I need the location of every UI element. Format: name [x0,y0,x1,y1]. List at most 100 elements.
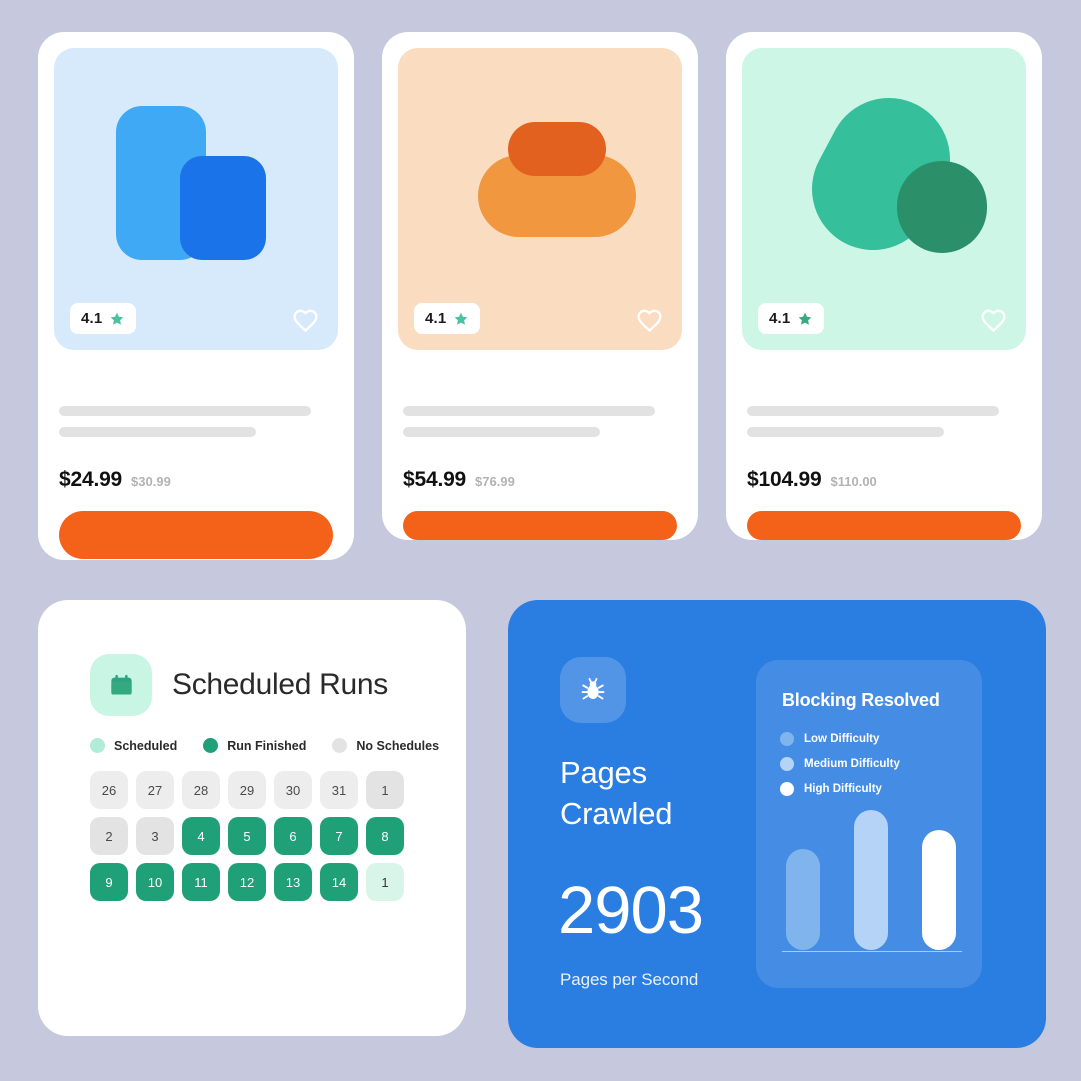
legend-label: No Schedules [356,738,440,753]
rating-value: 4.1 [769,310,791,327]
calendar-day-cell[interactable]: 10 [136,863,174,901]
calendar-day-cell[interactable]: 11 [182,863,220,901]
legend-dot [203,738,219,753]
bar-chart [786,810,956,950]
panel-title-line2: Crawled [560,796,673,831]
calendar-day-cell[interactable]: 27 [136,771,174,809]
calendar-day-cell[interactable]: 26 [90,771,128,809]
star-icon [799,312,812,325]
calendar-day-cell[interactable]: 9 [90,863,128,901]
bug-icon [560,657,626,723]
calendar-day-cell[interactable]: 2 [90,817,128,855]
shape-green-small [897,161,987,253]
star-icon [111,312,124,325]
chart-bar [786,849,820,950]
chart-bar [854,810,888,950]
legend-label: Run Finished [227,738,307,753]
price-current: $24.99 [59,468,123,491]
pages-crawled-unit: Pages per Second [560,970,699,989]
legend-item-no-schedules: No Schedules [332,738,439,753]
calendar-day-cell[interactable]: 7 [320,817,358,855]
buy-button[interactable] [59,511,333,559]
chart-legend-dot [780,732,794,746]
price-current: $54.99 [403,468,467,491]
calendar-day-cell[interactable]: 5 [228,817,266,855]
skeleton-line [59,406,312,416]
rating-value: 4.1 [81,310,103,327]
shape-blue-square [180,156,266,260]
skeleton-line [747,406,1000,416]
heart-icon[interactable] [635,306,664,335]
heart-icon[interactable] [291,306,320,335]
product-card-3[interactable]: 4.1 $104.99 $110.00 [726,32,1042,540]
calendar-day-cell[interactable]: 14 [320,863,358,901]
legend-dot [90,738,105,753]
skeleton-line [747,427,945,437]
chart-title: Blocking Resolved [782,690,940,710]
calendar-day-cell[interactable]: 6 [274,817,312,855]
product-card-1[interactable]: 4.1 $24.99 $30.99 [38,32,354,560]
calendar-day-cell[interactable]: 13 [274,863,312,901]
calendar-day-cell[interactable]: 31 [320,771,358,809]
heart-icon[interactable] [979,306,1008,335]
panel-title: Pages Crawled [560,752,760,834]
chart-legend-item: Low Difficulty [780,732,900,746]
pages-crawled-value: 2903 [558,873,704,948]
product-thumbnail-3: 4.1 [742,48,1026,350]
legend-dot [332,738,348,753]
product-card-row: 4.1 $24.99 $30.99 4.1 $54.99 $76.99 4.1 … [38,32,1046,560]
price-original: $76.99 [475,474,515,489]
calendar-day-cell[interactable]: 29 [228,771,266,809]
chart-bar [922,830,956,950]
scheduled-runs-panel: Scheduled Runs Scheduled Run Finished No… [38,600,466,1036]
price-original: $30.99 [131,474,171,489]
price-row: $104.99 $110.00 [742,468,1026,492]
calendar-day-cell[interactable]: 28 [182,771,220,809]
calendar-legend: Scheduled Run Finished No Schedules [90,738,466,753]
product-thumbnail-1: 4.1 [54,48,338,350]
chart-legend-label: High Difficulty [804,783,882,795]
calendar-day-cell[interactable]: 4 [182,817,220,855]
rating-value: 4.1 [425,310,447,327]
product-card-2[interactable]: 4.1 $54.99 $76.99 [382,32,698,540]
calendar-day-cell[interactable]: 3 [136,817,174,855]
buy-button[interactable] [403,511,677,540]
legend-label: Scheduled [114,738,178,753]
chart-legend-label: Low Difficulty [804,733,880,745]
calendar-day-cell[interactable]: 1 [366,863,404,901]
app-canvas: 4.1 $24.99 $30.99 4.1 $54.99 $76.99 4.1 … [0,0,1081,1081]
price-original: $110.00 [830,474,877,489]
price-current: $104.99 [747,468,822,491]
calendar-icon [90,654,152,716]
chart-axis-line [782,950,962,952]
calendar-day-cell[interactable]: 1 [366,771,404,809]
legend-item-scheduled: Scheduled [90,738,177,753]
chart-legend-label: Medium Difficulty [804,758,900,770]
blocking-resolved-card: Blocking Resolved Low Difficulty Medium D… [756,660,982,988]
price-row: $24.99 $30.99 [54,468,338,492]
page-title: Scheduled Runs [172,668,388,701]
pages-crawled-panel: Pages Crawled 2903 Pages per Second Bloc… [508,600,1046,1048]
chart-legend-dot [780,757,794,771]
rating-badge: 4.1 [414,303,481,334]
calendar-day-cell[interactable]: 12 [228,863,266,901]
chart-legend-dot [780,782,794,796]
calendar-grid: 2627282930311234567891011121314151617181… [90,771,466,901]
shape-orange-top [508,122,606,176]
price-row: $54.99 $76.99 [398,468,682,492]
buy-button[interactable] [747,511,1021,540]
panel-title-line1: Pages [560,755,647,790]
rating-badge: 4.1 [70,303,137,334]
text-placeholder-block [742,406,1026,437]
star-icon [455,312,468,325]
chart-legend-item: Medium Difficulty [780,757,900,771]
chart-legend: Low Difficulty Medium Difficulty High Diff… [780,732,900,796]
product-thumbnail-2: 4.1 [398,48,682,350]
calendar-day-cell[interactable]: 8 [366,817,404,855]
chart-legend-item: High Difficulty [780,782,900,796]
skeleton-line [59,427,257,437]
calendar-day-cell[interactable]: 30 [274,771,312,809]
rating-badge: 4.1 [758,303,825,334]
legend-item-run-finished: Run Finished [203,738,306,753]
skeleton-line [403,406,656,416]
